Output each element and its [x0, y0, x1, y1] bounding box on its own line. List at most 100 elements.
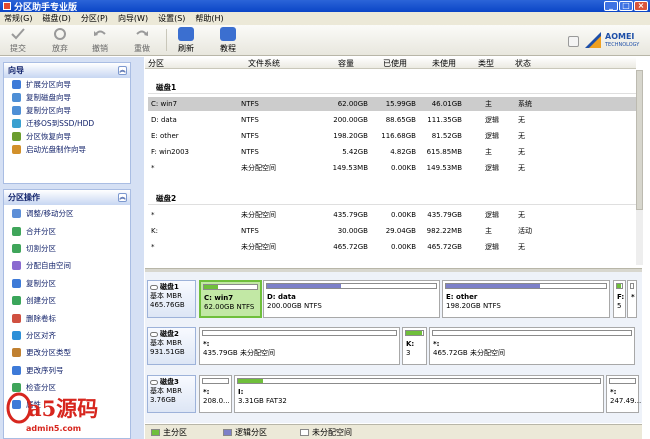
col-type[interactable]: 类型 — [478, 58, 494, 69]
partition-block[interactable]: K: 3 — [402, 327, 427, 365]
partition-list-header: 分区 文件系统 容量 已使用 未使用 类型 状态 — [145, 57, 636, 69]
ops-item[interactable]: 复制分区 — [4, 275, 130, 292]
partition-block[interactable]: I: 3.31GB FAT32 — [234, 375, 604, 413]
ops-item[interactable]: 切割分区 — [4, 240, 130, 257]
window-title: 分区助手专业版 — [14, 2, 78, 13]
col-used[interactable]: 已使用 — [383, 58, 407, 69]
ops-panel-header[interactable]: 分区操作 ︽ — [4, 190, 130, 205]
partition-info: 3 — [406, 349, 411, 357]
group-divider — [148, 93, 636, 94]
wizard-item[interactable]: 迁移OS到SSD/HDD — [4, 117, 130, 130]
col-free[interactable]: 未使用 — [432, 58, 456, 69]
ops-item[interactable]: 创建分区 — [4, 292, 130, 309]
redo-button[interactable]: 重做 — [128, 27, 156, 54]
wizard-item[interactable]: 启动光盘制作向导 — [4, 143, 130, 156]
disk-name: 磁盘3 — [150, 378, 195, 387]
ops-item-icon — [12, 296, 21, 306]
partition-label: *: — [610, 388, 617, 396]
partition-label: *: — [203, 340, 210, 348]
table-row[interactable]: * 未分配空间 435.79GB 0.00KB 435.79GB 逻辑 无 — [148, 208, 636, 222]
partition-block[interactable]: *: 208.0... — [199, 375, 232, 413]
table-cell: 149.53MB — [426, 164, 462, 172]
disk-type: 基本 MBR — [150, 339, 182, 347]
table-row[interactable]: * 未分配空间 149.53MB 0.00KB 149.53MB 逻辑 无 — [148, 161, 636, 175]
table-cell: 46.01GB — [431, 100, 462, 108]
legend-logical: 逻辑分区 — [235, 428, 267, 437]
usage-bar — [202, 378, 229, 384]
table-row[interactable]: E: other NTFS 198.20GB 116.68GB 81.52GB 逻辑 无 — [148, 129, 636, 143]
ops-item[interactable]: 更改分区类型 — [4, 344, 130, 361]
partition-label: *: — [433, 340, 440, 348]
menu-wizard[interactable]: 向导(W) — [118, 13, 148, 24]
partition-label: *: — [203, 388, 210, 396]
menu-disk[interactable]: 磁盘(D) — [42, 13, 70, 24]
table-row[interactable]: C: win7 NTFS 62.00GB 15.99GB 46.01GB 主 系统 — [148, 97, 636, 111]
ops-item[interactable]: 分区对齐 — [4, 327, 130, 344]
table-row[interactable]: * 未分配空间 465.72GB 0.00KB 465.72GB 逻辑 无 — [148, 240, 636, 254]
maximize-button[interactable]: □ — [619, 1, 633, 11]
partition-block[interactable]: D: data 200.00GB NTFS — [263, 280, 440, 318]
ops-item-label: 切割分区 — [26, 243, 56, 253]
scrollbar-thumb[interactable] — [636, 70, 643, 210]
wizard-item[interactable]: 复制磁盘向导 — [4, 91, 130, 104]
minimize-button[interactable]: _ — [604, 1, 618, 11]
col-capacity[interactable]: 容量 — [338, 58, 354, 69]
ops-item-icon — [12, 243, 21, 253]
partition-block[interactable]: *: 247.49... — [606, 375, 642, 413]
partition-label: C: win7 — [204, 294, 234, 302]
table-cell: 无 — [518, 116, 525, 124]
tutorial-button[interactable]: 教程 — [214, 27, 242, 54]
menu-settings[interactable]: 设置(S) — [158, 13, 185, 24]
partition-block[interactable]: F: 5 — [613, 280, 626, 318]
partition-block[interactable]: * — [627, 280, 637, 318]
ops-item[interactable]: 分配自由空间 — [4, 257, 130, 274]
menu-partition[interactable]: 分区(P) — [81, 13, 108, 24]
close-button[interactable]: × — [634, 1, 648, 11]
collapse-icon[interactable]: ︽ — [118, 193, 127, 202]
partition-info: 247.49... — [610, 397, 642, 405]
refresh-icon — [178, 27, 194, 41]
submit-button[interactable]: 提交 — [4, 27, 32, 54]
menu-help[interactable]: 帮助(H) — [195, 13, 223, 24]
table-cell: 116.68GB — [381, 132, 416, 140]
table-cell: 0.00KB — [391, 164, 416, 172]
wizard-panel-header[interactable]: 向导 ︽ — [4, 63, 130, 78]
table-row[interactable]: F: win2003 NTFS 5.42GB 4.82GB 615.85MB 主 无 — [148, 145, 636, 159]
wizard-item[interactable]: 复制分区向导 — [4, 104, 130, 117]
ops-item-label: 更改分区类型 — [26, 348, 71, 358]
table-row[interactable]: D: data NTFS 200.00GB 88.65GB 111.35GB 逻辑 无 — [148, 113, 636, 127]
window-controls: _ □ × — [604, 1, 648, 11]
legend-logical-swatch — [223, 429, 232, 436]
disk-size: 931.51GB — [150, 348, 185, 356]
partition-label: I: — [238, 388, 244, 396]
collapse-icon[interactable]: ︽ — [118, 66, 127, 75]
col-partition[interactable]: 分区 — [148, 58, 164, 69]
partition-block[interactable]: C: win7 62.00GB NTFS — [199, 280, 262, 318]
menu-general[interactable]: 常规(G) — [4, 13, 32, 24]
table-cell: 逻辑 — [485, 164, 499, 172]
ops-item[interactable]: 调整/移动分区 — [4, 205, 130, 222]
col-status[interactable]: 状态 — [515, 58, 531, 69]
table-row[interactable]: K: NTFS 30.00GB 29.04GB 982.22MB 主 活动 — [148, 224, 636, 238]
wizard-item[interactable]: 分区恢复向导 — [4, 130, 130, 143]
wizard-item[interactable]: 扩展分区向导 — [4, 78, 130, 91]
wizard-item-icon — [12, 93, 21, 102]
col-filesystem[interactable]: 文件系统 — [248, 58, 280, 69]
partition-block[interactable]: *: 465.72GB 未分配空间 — [429, 327, 635, 365]
disk-header[interactable]: 磁盘1 基本 MBR 465.76GB — [147, 280, 196, 318]
discard-button[interactable]: 放弃 — [46, 27, 74, 54]
table-cell: 435.79GB — [333, 211, 368, 219]
ops-item[interactable]: 更改序列号 — [4, 362, 130, 379]
undo-button[interactable]: 撤销 — [86, 27, 114, 54]
disk-header[interactable]: 磁盘3 基本 MBR 3.76GB — [147, 375, 196, 413]
ops-item[interactable]: 合并分区 — [4, 222, 130, 239]
ops-item[interactable]: 删除卷标 — [4, 309, 130, 326]
table-cell: 465.72GB — [333, 243, 368, 251]
list-scrollbar[interactable] — [636, 70, 643, 265]
partition-block[interactable]: *: 435.79GB 未分配空间 — [199, 327, 400, 365]
refresh-button[interactable]: 刷新 — [172, 27, 200, 54]
disk-header[interactable]: 磁盘2 基本 MBR 931.51GB — [147, 327, 196, 365]
legend-unallocated-swatch — [300, 429, 309, 436]
partition-block[interactable]: E: other 198.20GB NTFS — [442, 280, 610, 318]
ops-item-icon — [12, 278, 21, 288]
